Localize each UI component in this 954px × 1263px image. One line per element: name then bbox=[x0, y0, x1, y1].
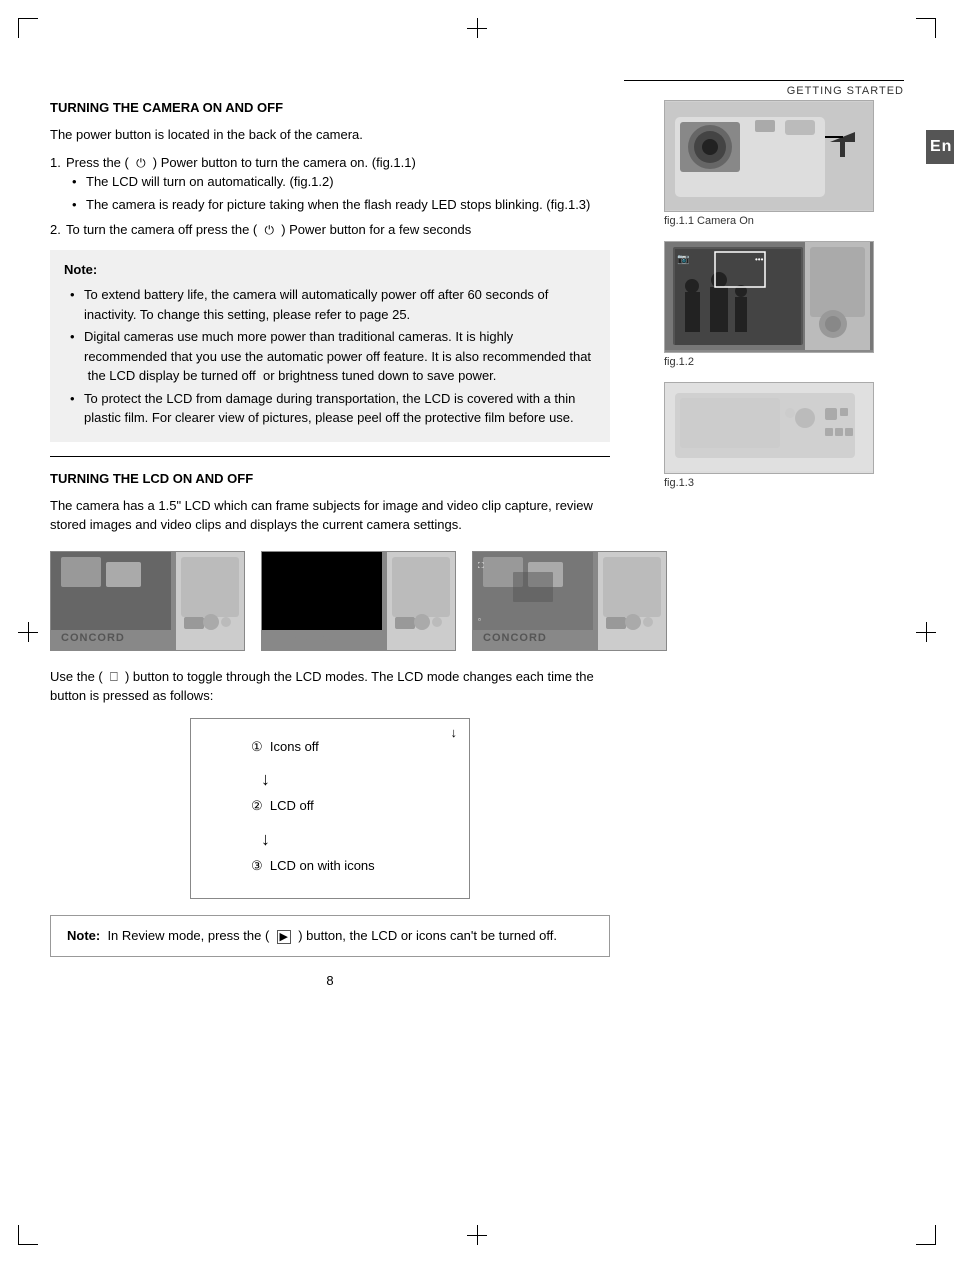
figure-1-1-container: fig.1.1 Camera On bbox=[664, 100, 904, 227]
left-column: TURNING THE CAMERA ON AND OFF The power … bbox=[50, 100, 610, 988]
flow-item-2: ② LCD off bbox=[251, 796, 449, 817]
figure-1-2-container: 📷 ••• fig.1.2 bbox=[664, 241, 904, 368]
lcd-image-2-container: CONCORD bbox=[261, 551, 456, 651]
flow-return-arrow: ↓ bbox=[451, 723, 458, 744]
flow-item-1: ① Icons off bbox=[251, 737, 449, 758]
lcd-label-3: CONCORD bbox=[483, 632, 547, 644]
section-divider bbox=[50, 456, 610, 457]
svg-text:•••: ••• bbox=[755, 255, 764, 264]
section2-title: TURNING THE LCD ON AND OFF bbox=[50, 471, 610, 486]
toggle-text: Use the ( ⎕ ) button to toggle through t… bbox=[50, 667, 610, 706]
flow-text-3: LCD on with icons bbox=[270, 858, 375, 873]
section1-intro: The power button is located in the back … bbox=[50, 125, 610, 145]
note-bullet-3: To protect the LCD from damage during tr… bbox=[84, 389, 596, 428]
svg-text:⛶: ⛶ bbox=[477, 561, 484, 570]
note-title: Note: bbox=[64, 260, 596, 280]
lcd-label-1: CONCORD bbox=[61, 632, 125, 644]
flow-text-1: Icons off bbox=[270, 739, 319, 754]
section-label: GETTING STARTED bbox=[787, 85, 904, 97]
step1-subitems: The LCD will turn on automatically. (fig… bbox=[86, 172, 610, 214]
figure-1-2: 📷 ••• bbox=[664, 241, 874, 353]
corner-mark-bl bbox=[18, 1225, 38, 1245]
camera-fig1-img bbox=[665, 101, 873, 211]
steps-list: 1. Press the ( ⏻ ) Power button to turn … bbox=[66, 153, 610, 240]
camera-fig2-svg: 📷 ••• bbox=[665, 242, 873, 350]
lcd-image-1-container: CONCORD bbox=[50, 551, 245, 651]
page-number: 8 bbox=[50, 973, 610, 988]
flow-num-1: ① bbox=[251, 739, 263, 754]
lcd-image-1: CONCORD bbox=[50, 551, 245, 651]
flow-num-3: ③ bbox=[251, 858, 263, 873]
figure-1-1 bbox=[664, 100, 874, 212]
lcd-image-2: CONCORD bbox=[261, 551, 456, 651]
right-column: fig.1.1 Camera On bbox=[664, 100, 904, 503]
step1-sub2: The camera is ready for picture taking w… bbox=[86, 195, 610, 215]
header-line bbox=[624, 80, 904, 81]
step-2: 2. To turn the camera off press the ( ⏻ … bbox=[66, 220, 610, 240]
lcd-label-2: CONCORD bbox=[272, 632, 336, 644]
note-bullet-1: To extend battery life, the camera will … bbox=[84, 285, 596, 324]
fig-1-3-label: fig.1.3 bbox=[664, 477, 904, 489]
camera-fig3-svg bbox=[665, 383, 873, 471]
flow-diagram-container: ↓ ① Icons off ↓ ② LCD off ↓ ③ LCD on wit… bbox=[180, 718, 480, 900]
figure-1-3 bbox=[664, 382, 874, 474]
camera-fig2-img: 📷 ••• bbox=[665, 242, 873, 352]
lcd-image-3: ⛶ ▫ CONCORD bbox=[472, 551, 667, 651]
camera-fig3-img bbox=[665, 383, 873, 473]
bottom-note-label: Note: bbox=[67, 928, 100, 943]
flow-text-2: LCD off bbox=[270, 798, 314, 813]
corner-mark-tl bbox=[18, 18, 38, 38]
note-bullets: To extend battery life, the camera will … bbox=[84, 285, 596, 428]
step1-sub1: The LCD will turn on automatically. (fig… bbox=[86, 172, 610, 192]
flow-arrow-1: ↓ bbox=[261, 765, 449, 794]
step-1: 1. Press the ( ⏻ ) Power button to turn … bbox=[66, 153, 610, 215]
svg-text:▫: ▫ bbox=[478, 615, 481, 624]
section2-intro: The camera has a 1.5" LCD which can fram… bbox=[50, 496, 610, 535]
note-bullet-2: Digital cameras use much more power than… bbox=[84, 327, 596, 386]
flow-item-3: ③ LCD on with icons bbox=[251, 856, 449, 877]
lcd-images-row: CONCORD CON bbox=[50, 551, 610, 651]
bottom-note: Note: In Review mode, press the ( ▶ ) bu… bbox=[50, 915, 610, 957]
section-header: GETTING STARTED bbox=[624, 80, 904, 97]
crosshair-bottom bbox=[467, 1225, 487, 1245]
camera-fig1-svg bbox=[665, 102, 873, 210]
flow-arrow-2: ↓ bbox=[261, 825, 449, 854]
fig-1-1-label: fig.1.1 Camera On bbox=[664, 215, 904, 227]
content-area: TURNING THE CAMERA ON AND OFF The power … bbox=[50, 100, 904, 988]
note-box: Note: To extend battery life, the camera… bbox=[50, 250, 610, 442]
flow-num-2: ② bbox=[251, 798, 263, 813]
corner-mark-br bbox=[916, 1225, 936, 1245]
lcd-image-3-container: ⛶ ▫ CONCORD bbox=[472, 551, 667, 651]
fig-1-2-label: fig.1.2 bbox=[664, 356, 904, 368]
crosshair-left bbox=[18, 622, 38, 642]
section1-title: TURNING THE CAMERA ON AND OFF bbox=[50, 100, 610, 115]
crosshair-right bbox=[916, 622, 936, 642]
corner-mark-tr bbox=[916, 18, 936, 38]
svg-text:📷: 📷 bbox=[677, 254, 689, 265]
crosshair-top bbox=[467, 18, 487, 38]
flow-diagram: ↓ ① Icons off ↓ ② LCD off ↓ ③ LCD on wit… bbox=[190, 718, 470, 900]
figure-1-3-container: fig.1.3 bbox=[664, 382, 904, 489]
language-tab: En bbox=[926, 130, 954, 164]
